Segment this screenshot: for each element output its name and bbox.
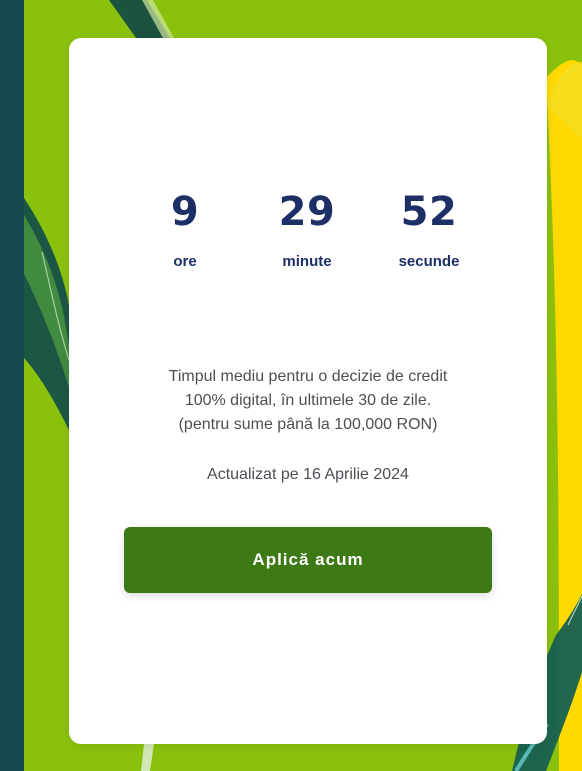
left-edge-strip <box>0 0 24 771</box>
description-line: Timpul mediu pentru o decizie de credit <box>168 368 448 385</box>
seconds-value: 52 <box>400 189 458 235</box>
seconds-countdown: 52 secunde <box>384 189 474 271</box>
countdown-card: 9 ore 29 minute 52 secunde Timpul mediu … <box>69 38 547 744</box>
description-line: 100% digital, în ultimele 30 de zile. <box>184 392 432 409</box>
apply-now-button[interactable]: Aplică acum <box>124 527 492 593</box>
hours-value: 9 <box>170 189 200 235</box>
hours-countdown: 9 ore <box>140 189 230 271</box>
credit-decision-description: Timpul mediu pentru o decizie de credit … <box>117 365 499 437</box>
countdown-timer: 9 ore 29 minute 52 secunde <box>69 189 547 279</box>
seconds-label: secunde <box>398 253 460 270</box>
minutes-countdown: 29 minute <box>262 189 352 271</box>
hours-label: ore <box>173 253 197 270</box>
updated-date-text: Actualizat pe 16 Aprilie 2024 <box>207 466 409 483</box>
minutes-label: minute <box>282 253 332 270</box>
minutes-value: 29 <box>278 189 336 235</box>
description-line: (pentru sume până la 100,000 RON) <box>178 416 438 433</box>
page: 9 ore 29 minute 52 secunde Timpul mediu … <box>0 0 582 771</box>
